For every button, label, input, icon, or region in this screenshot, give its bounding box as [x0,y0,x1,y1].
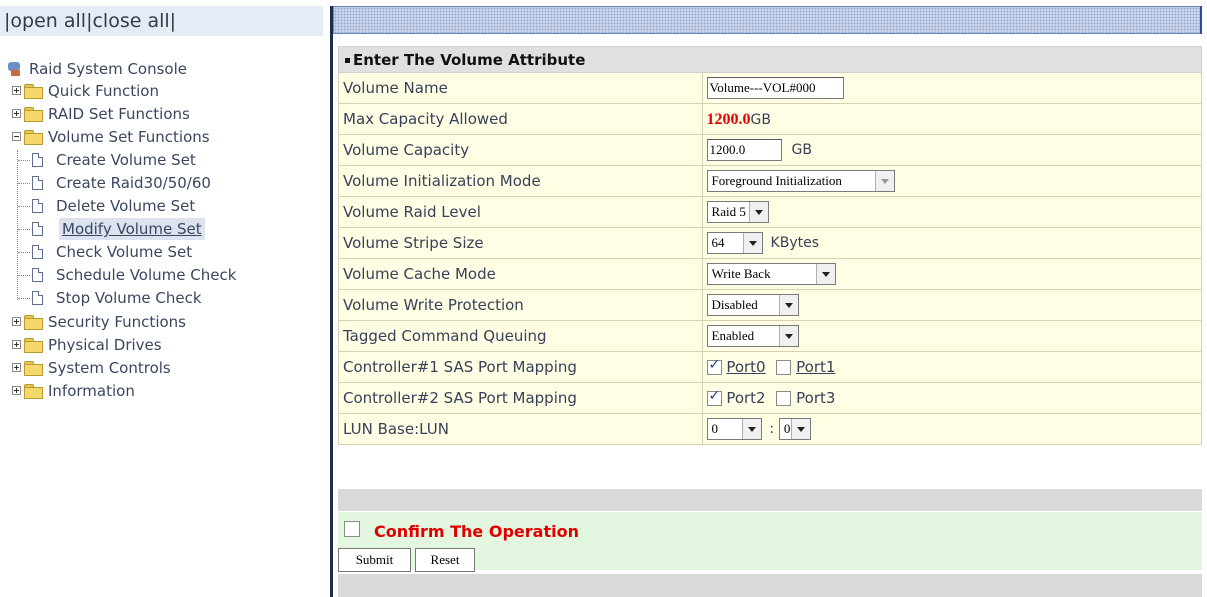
port1-checkbox[interactable] [776,359,792,375]
dropdown-arrow-icon [778,295,798,315]
tree-item-security-functions[interactable]: Security Functions [12,311,186,333]
tree-item-physical-drives[interactable]: Physical Drives [12,334,162,356]
cache-mode-label: Volume Cache Mode [338,258,703,290]
folder-icon [24,338,43,353]
folder-icon [24,84,43,99]
document-icon [32,291,43,305]
lun-label: LUN Base:LUN [338,413,703,445]
port0-link[interactable]: Port0 [726,358,765,376]
tree-item-delete-volume-set[interactable]: Delete Volume Set [18,195,195,217]
port3-checkbox[interactable] [776,390,792,406]
max-capacity-unit: GB [750,111,771,128]
tree-item-modify-volume-set[interactable]: Modify Volume Set [18,218,205,240]
tree-item-create-raid30-50-60[interactable]: Create Raid30/50/60 [18,172,211,194]
navigation-panel: |open all|close all| Raid System Console… [0,0,323,597]
tree-item-raid-set-functions[interactable]: RAID Set Functions [12,103,190,125]
tcq-select[interactable]: Enabled [706,325,799,347]
lun-base-select[interactable]: 0 [706,418,762,440]
tree-item-quick-function[interactable]: Quick Function [12,80,159,102]
dropdown-arrow-icon [815,264,835,284]
confirm-area: Confirm The Operation Submit Reset [338,512,1202,572]
folder-icon [24,315,43,330]
init-mode-label: Volume Initialization Mode [338,165,703,197]
tree-item-check-volume-set[interactable]: Check Volume Set [18,241,192,263]
expand-icon[interactable] [12,340,21,349]
write-protection-label: Volume Write Protection [338,289,703,321]
volume-name-input[interactable]: Volume---VOL#000 [706,77,844,99]
document-icon [32,153,43,167]
folder-icon [24,107,43,122]
controller1-label: Controller#1 SAS Port Mapping [338,351,703,383]
volume-name-label: Volume Name [338,72,703,104]
expand-icon[interactable] [12,86,21,95]
stripe-size-select[interactable]: 64 [706,232,763,254]
expand-icon[interactable] [12,363,21,372]
controller2-label: Controller#2 SAS Port Mapping [338,382,703,414]
raid-level-label: Volume Raid Level [338,196,703,228]
lun-select[interactable]: 0 [778,418,811,440]
attribute-table: Enter The Volume Attribute Volume Name V… [338,46,1203,445]
port2-checkbox[interactable] [706,388,722,406]
document-icon [32,222,43,236]
tree-item-schedule-volume-check[interactable]: Schedule Volume Check [18,264,236,286]
console-icon [8,62,22,76]
top-pattern-bar [333,6,1201,34]
reset-button[interactable]: Reset [415,548,475,572]
port1-link[interactable]: Port1 [796,358,835,376]
folder-icon [24,384,43,399]
volume-capacity-label: Volume Capacity [338,134,703,166]
tcq-label: Tagged Command Queuing [338,320,703,352]
expand-collapse-bar: |open all|close all| [0,6,323,36]
volume-capacity-unit: GB [791,142,812,158]
frame-divider[interactable] [330,6,333,597]
document-icon [32,268,43,282]
form-header: Enter The Volume Attribute [338,46,1202,73]
frame-edge [1200,6,1202,34]
tree-root[interactable]: Raid System Console [8,58,187,80]
open-all-link[interactable]: open all [10,10,86,32]
document-icon [32,245,43,259]
close-all-link[interactable]: close all [92,10,169,32]
document-icon [32,199,43,213]
write-protection-select[interactable]: Disabled [706,294,799,316]
tree-item-volume-set-functions[interactable]: Volume Set Functions [12,126,210,148]
dropdown-arrow-icon [741,419,761,439]
tree-item-information[interactable]: Information [12,380,135,402]
expand-icon[interactable] [12,317,21,326]
expand-icon[interactable] [12,109,21,118]
bullet-icon [345,57,350,63]
dropdown-arrow-icon [742,233,762,253]
raid-level-select[interactable]: Raid 5 [706,201,769,223]
port3-label: Port3 [796,389,836,408]
expand-icon[interactable] [12,386,21,395]
submit-button[interactable]: Submit [338,548,411,572]
dropdown-arrow-icon [778,326,798,346]
confirm-label: Confirm The Operation [374,522,579,541]
document-icon [32,176,43,190]
volume-attribute-form: Enter The Volume Attribute Volume Name V… [338,46,1203,597]
footer-row [338,574,1202,597]
stripe-size-unit: KBytes [770,235,819,251]
max-capacity-value: 1200.0 [706,110,751,128]
dropdown-arrow-icon [874,171,894,191]
init-mode-select[interactable]: Foreground Initialization [706,170,895,192]
tree-item-stop-volume-check[interactable]: Stop Volume Check [18,287,202,309]
tree-item-create-volume-set[interactable]: Create Volume Set [18,149,196,171]
collapse-icon[interactable] [12,132,21,141]
dropdown-arrow-icon [748,202,768,222]
tree-item-system-controls[interactable]: System Controls [12,357,171,379]
port2-label: Port2 [726,389,766,408]
dropdown-arrow-icon [790,419,810,439]
max-capacity-label: Max Capacity Allowed [338,103,703,135]
folder-icon [24,361,43,376]
cache-mode-select[interactable]: Write Back [706,263,836,285]
volume-capacity-input[interactable]: 1200.0 [706,139,782,161]
port0-checkbox[interactable] [706,357,722,375]
spacer-row [338,489,1202,511]
confirm-checkbox[interactable] [344,521,360,537]
stripe-size-label: Volume Stripe Size [338,227,703,259]
folder-open-icon [24,130,43,145]
